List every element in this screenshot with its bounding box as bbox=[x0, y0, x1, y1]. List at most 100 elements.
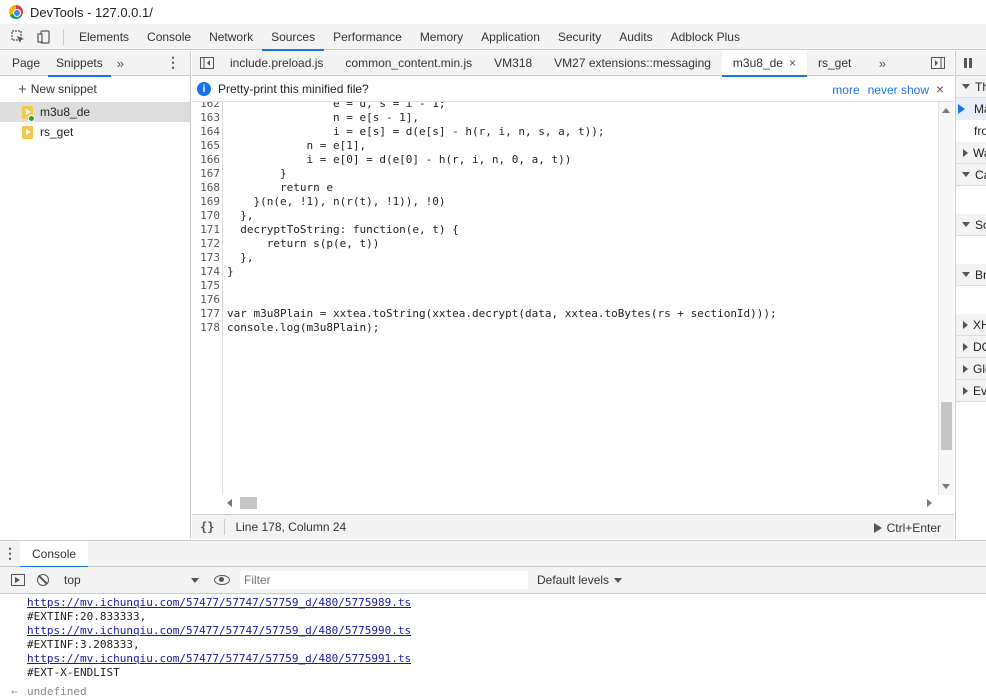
chevron-right-icon bbox=[963, 148, 968, 157]
tab-application[interactable]: Application bbox=[472, 24, 549, 50]
editor-tab[interactable]: m3u8_de × bbox=[721, 50, 808, 77]
toggle-debugger-icon[interactable] bbox=[926, 51, 950, 76]
pane-header-event-listener-breakpoints[interactable]: Event Listener Breakpoints bbox=[956, 380, 986, 402]
scroll-left-icon[interactable] bbox=[227, 499, 232, 507]
editor-tab[interactable]: include.preload.js bbox=[219, 51, 334, 76]
line-number[interactable]: 163 bbox=[192, 111, 220, 125]
device-toolbar-icon[interactable] bbox=[31, 24, 57, 50]
infobar-more-link[interactable]: more bbox=[832, 83, 859, 97]
code-line[interactable]: n = e[s - 1], bbox=[227, 111, 419, 125]
line-number[interactable]: 177 bbox=[192, 307, 220, 321]
editor-tab[interactable]: rs_get bbox=[807, 51, 862, 76]
line-number[interactable]: 171 bbox=[192, 223, 220, 237]
line-number[interactable]: 170 bbox=[192, 209, 220, 223]
pane-header-scope[interactable]: Scope bbox=[956, 214, 986, 236]
pane-header-global-listeners[interactable]: Global Listeners bbox=[956, 358, 986, 380]
line-number[interactable]: 176 bbox=[192, 293, 220, 307]
scroll-down-icon[interactable] bbox=[942, 484, 950, 489]
close-tab-icon[interactable]: × bbox=[789, 56, 796, 70]
code-line[interactable]: i = e[s] = d(e[s] - h(r, i, n, s, a, t))… bbox=[227, 125, 605, 139]
scroll-thumb[interactable] bbox=[240, 497, 257, 509]
editor-more-tabs-icon[interactable]: » bbox=[870, 51, 894, 76]
infobar-close-icon[interactable]: × bbox=[936, 81, 944, 97]
pretty-print-button[interactable]: {} bbox=[200, 520, 214, 534]
code-line[interactable]: return s(p(e, t)) bbox=[227, 237, 380, 251]
code-line[interactable]: console.log(m3u8Plain); bbox=[227, 321, 379, 335]
tab-adblock-plus[interactable]: Adblock Plus bbox=[662, 24, 749, 50]
context-selector[interactable]: top bbox=[64, 573, 199, 587]
navigator-more-tabs-icon[interactable]: » bbox=[111, 56, 130, 71]
code-line[interactable]: } bbox=[227, 167, 287, 181]
line-number[interactable]: 175 bbox=[192, 279, 220, 293]
tab-memory[interactable]: Memory bbox=[411, 24, 472, 50]
tab-network[interactable]: Network bbox=[200, 24, 262, 50]
tab-console-drawer[interactable]: Console bbox=[20, 540, 89, 568]
log-levels-dropdown[interactable]: Default levels bbox=[537, 573, 623, 587]
code-editor[interactable]: 162 163 164 165 166 167 168 169 170 171 172 173 174 1… bbox=[192, 102, 938, 495]
code-line[interactable]: }(n(e, !1), n(r(t), !1)), !0) bbox=[227, 195, 445, 209]
code-line[interactable]: decryptToString: function(e, t) { bbox=[227, 223, 459, 237]
tab-page[interactable]: Page bbox=[4, 51, 48, 76]
console-link[interactable]: https://mv.ichunqiu.com/57477/57747/5775… bbox=[27, 624, 411, 638]
drawer-menu-icon[interactable]: ⋮ bbox=[0, 545, 20, 562]
pane-header-dom-breakpoints[interactable]: DOM Breakpoints bbox=[956, 336, 986, 358]
line-number[interactable]: 165 bbox=[192, 139, 220, 153]
console-link[interactable]: https://mv.ichunqiu.com/57477/57747/5775… bbox=[27, 596, 411, 610]
new-snippet-button[interactable]: + New snippet bbox=[0, 76, 190, 102]
tab-elements[interactable]: Elements bbox=[70, 24, 138, 50]
infobar-never-show-link[interactable]: never show bbox=[868, 83, 929, 97]
tab-performance[interactable]: Performance bbox=[324, 24, 411, 50]
console-filter-input[interactable] bbox=[239, 570, 529, 590]
pane-header-breakpoints[interactable]: Breakpoints bbox=[956, 264, 986, 286]
code-line[interactable]: } bbox=[227, 265, 234, 279]
line-number[interactable]: 169 bbox=[192, 195, 220, 209]
clear-console-icon[interactable] bbox=[37, 574, 49, 586]
line-number[interactable]: 162 bbox=[192, 102, 220, 111]
line-number[interactable]: 164 bbox=[192, 125, 220, 139]
editor-tab[interactable]: VM27 extensions::messaging bbox=[543, 51, 722, 76]
tab-audits[interactable]: Audits bbox=[610, 24, 661, 50]
thread-item[interactable]: Main bbox=[956, 98, 986, 120]
line-number[interactable]: 173 bbox=[192, 251, 220, 265]
code-line[interactable]: i = e[0] = d(e[0] - h(r, i, n, 0, a, t)) bbox=[227, 153, 571, 167]
tab-security[interactable]: Security bbox=[549, 24, 610, 50]
editor-horizontal-scrollbar[interactable] bbox=[223, 495, 938, 511]
tab-console[interactable]: Console bbox=[138, 24, 200, 50]
editor-tab[interactable]: VM318 bbox=[483, 51, 543, 76]
thread-item[interactable]: from bbox=[956, 120, 986, 142]
line-number[interactable]: 168 bbox=[192, 181, 220, 195]
run-snippet-button[interactable]: Ctrl+Enter bbox=[873, 521, 941, 535]
inspect-element-icon[interactable] bbox=[5, 24, 31, 50]
live-expression-eye-icon[interactable] bbox=[214, 575, 230, 585]
tab-snippets[interactable]: Snippets bbox=[48, 51, 111, 77]
line-number[interactable]: 172 bbox=[192, 237, 220, 251]
code-line[interactable]: n = e[1], bbox=[227, 139, 366, 153]
console-sidebar-icon[interactable] bbox=[11, 574, 25, 586]
pane-header-call-stack[interactable]: Call Stack bbox=[956, 164, 986, 186]
snippet-item-m3u8-de[interactable]: m3u8_de bbox=[0, 102, 190, 122]
line-number[interactable]: 174 bbox=[192, 265, 220, 279]
code-line[interactable]: return e bbox=[227, 181, 333, 195]
editor-tab[interactable]: common_content.min.js bbox=[334, 51, 483, 76]
console-link[interactable]: https://mv.ichunqiu.com/57477/57747/5775… bbox=[27, 652, 411, 666]
snippet-item-rs-get[interactable]: rs_get bbox=[0, 122, 190, 142]
code-line[interactable]: e = d, s = i - 1; bbox=[227, 102, 446, 111]
code-line[interactable]: }, bbox=[227, 209, 253, 223]
code-line[interactable]: }, bbox=[227, 251, 253, 265]
pane-header-threads[interactable]: Threads bbox=[956, 76, 986, 98]
toggle-navigator-icon[interactable] bbox=[195, 51, 219, 76]
scroll-up-icon[interactable] bbox=[942, 108, 950, 113]
line-number[interactable]: 166 bbox=[192, 153, 220, 167]
pause-icon[interactable] bbox=[964, 58, 972, 68]
line-number[interactable]: 178 bbox=[192, 321, 220, 335]
navigator-menu-icon[interactable]: ⋮ bbox=[166, 55, 180, 69]
editor-vertical-scrollbar[interactable] bbox=[938, 102, 954, 495]
line-number[interactable]: 167 bbox=[192, 167, 220, 181]
scroll-right-icon[interactable] bbox=[927, 499, 932, 507]
pane-header-watch[interactable]: Watch bbox=[956, 142, 986, 164]
scroll-thumb[interactable] bbox=[941, 402, 952, 450]
code-line[interactable]: var m3u8Plain = xxtea.toString(xxtea.dec… bbox=[227, 307, 777, 321]
tab-sources[interactable]: Sources bbox=[262, 24, 325, 51]
log-levels-label: Default levels bbox=[537, 573, 610, 587]
pane-header-xhr-fetch-breakpoints[interactable]: XHR/fetch Breakpoints bbox=[956, 314, 986, 336]
